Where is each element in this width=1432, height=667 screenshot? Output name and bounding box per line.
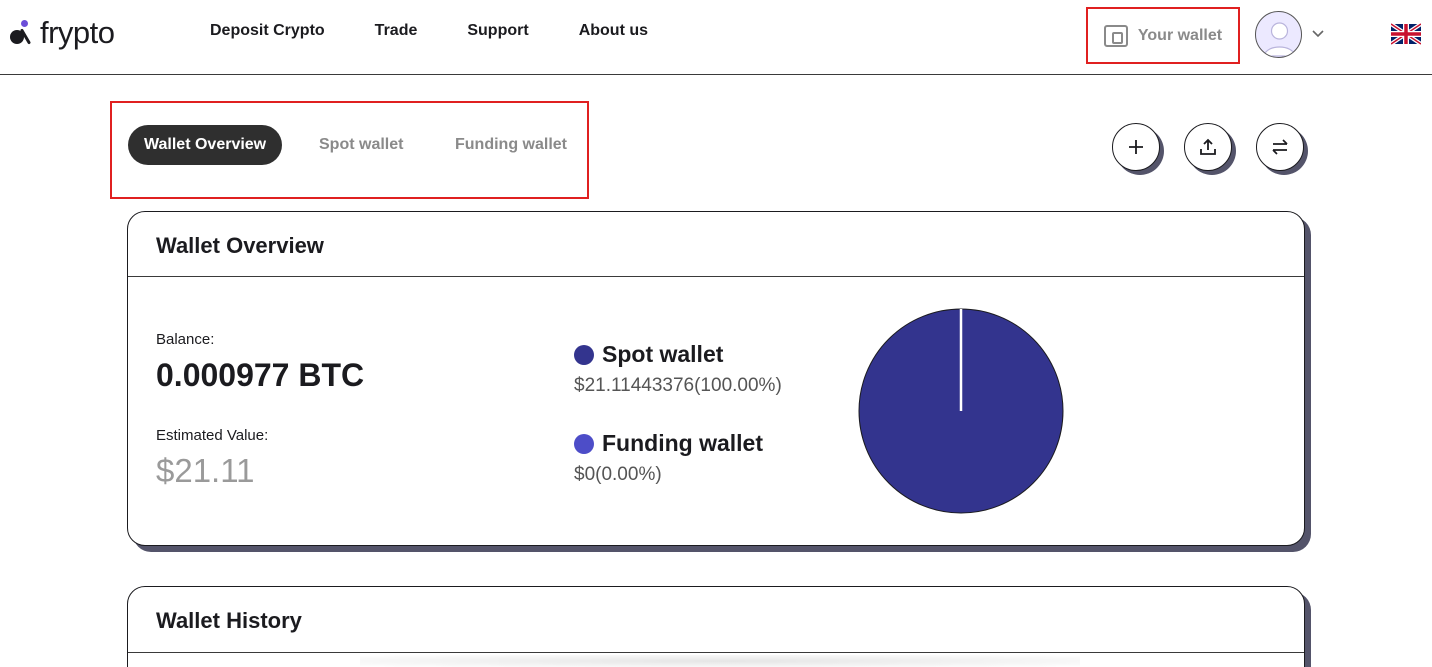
wallet-icon <box>1103 24 1128 47</box>
wallet-pie-chart <box>858 308 1064 514</box>
plus-icon <box>1129 140 1143 154</box>
tab-funding-wallet[interactable]: Funding wallet <box>439 125 583 165</box>
frypto-logo[interactable]: frypto <box>10 16 115 50</box>
card-title-overview: Wallet Overview <box>156 233 324 258</box>
legend-amount-funding: $0(0.00%) <box>574 464 662 485</box>
legend-dot-spot <box>574 345 594 365</box>
wallet-tabs: Wallet Overview Spot wallet Funding wall… <box>110 101 589 199</box>
legend-name-spot: Spot wallet <box>602 341 724 367</box>
estimated-value: $21.11 <box>156 452 255 489</box>
card-divider <box>128 276 1304 277</box>
main-nav: Deposit Crypto Trade Support About us <box>210 22 698 40</box>
chevron-down-icon[interactable] <box>1311 26 1325 40</box>
estimated-value-label: Estimated Value: <box>156 427 269 444</box>
balance-value: 0.000977 BTC <box>156 357 365 393</box>
withdraw-button[interactable] <box>1184 123 1232 171</box>
legend-amount-spot: $21.11443376(100.00%) <box>574 375 782 396</box>
legend-dot-funding <box>574 434 594 454</box>
add-button[interactable] <box>1112 123 1160 171</box>
card-divider <box>128 652 1304 653</box>
tab-spot-wallet[interactable]: Spot wallet <box>303 125 419 165</box>
upload-icon <box>1200 138 1216 155</box>
legend-name-funding: Funding wallet <box>602 430 763 456</box>
nav-trade[interactable]: Trade <box>375 22 418 40</box>
tab-wallet-overview[interactable]: Wallet Overview <box>128 125 283 165</box>
uk-flag-icon[interactable] <box>1391 23 1421 45</box>
logo-text: frypto <box>40 15 115 50</box>
nav-support[interactable]: Support <box>467 22 528 40</box>
transfer-icon <box>1272 139 1288 155</box>
wallet-overview-card: Wallet Overview Balance: 0.000977 BTC Es… <box>127 211 1305 546</box>
user-avatar[interactable] <box>1255 11 1302 58</box>
balance-label: Balance: <box>156 331 215 348</box>
scroll-shadow <box>360 655 1080 667</box>
avatar-person-icon <box>1263 22 1296 57</box>
card-title-history: Wallet History <box>156 608 302 633</box>
logo-mark-icon <box>10 18 34 48</box>
nav-deposit-crypto[interactable]: Deposit Crypto <box>210 22 325 40</box>
your-wallet-button[interactable]: Your wallet <box>1086 7 1240 64</box>
transfer-button[interactable] <box>1256 123 1304 171</box>
top-header: frypto Deposit Crypto Trade Support Abou… <box>0 0 1432 75</box>
nav-about-us[interactable]: About us <box>579 22 648 40</box>
your-wallet-label: Your wallet <box>1137 26 1223 44</box>
